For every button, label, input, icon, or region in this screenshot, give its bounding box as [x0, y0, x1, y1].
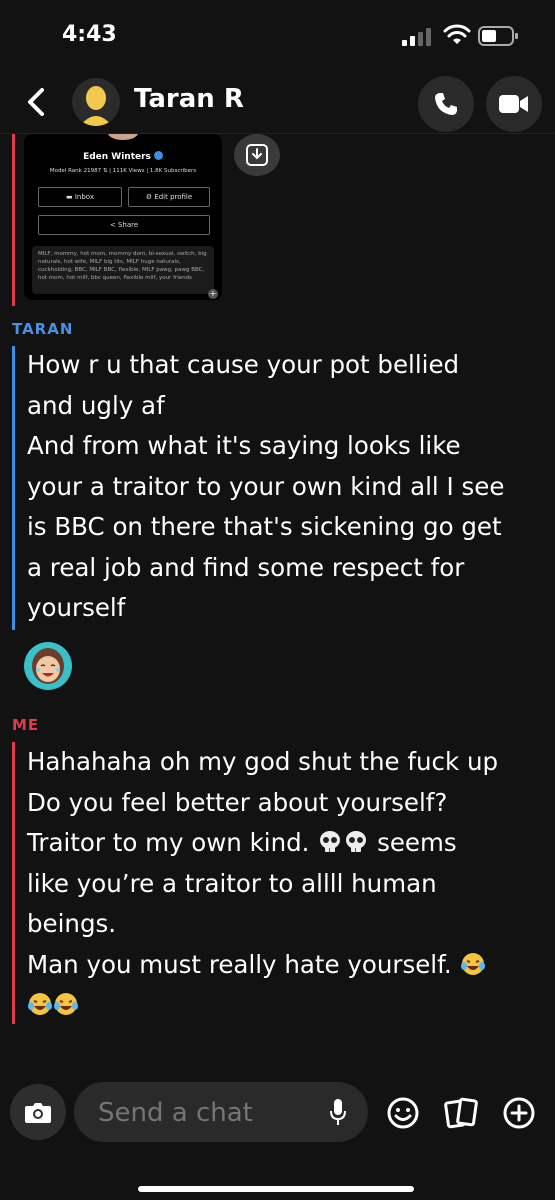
avatar-ghost-icon	[80, 86, 112, 126]
profile-stats: Model Rank 21987 ⇅ | 111K Views | 1.8K S…	[49, 168, 197, 174]
phone-icon	[435, 93, 457, 115]
message-line: Traitor to my own kind. seems	[27, 823, 542, 864]
share-button: < Share	[38, 215, 210, 235]
camera-icon	[25, 1103, 51, 1123]
laughing-tears-emoji-icon	[28, 993, 52, 1015]
message-line: beings.	[27, 909, 117, 938]
message-line: Do you feel better about yourself?	[27, 787, 448, 817]
share-label: Share	[117, 221, 139, 229]
laughing-tears-emoji-icon	[54, 993, 78, 1015]
message-line: your a traitor to your own kind all I se…	[27, 471, 505, 501]
sticker-icon[interactable]	[444, 1096, 478, 1130]
bitmoji-avatar[interactable]	[24, 642, 72, 690]
bitmoji-laughing-icon	[32, 648, 64, 684]
profile-name: Eden Winters	[24, 151, 222, 162]
video-call-button[interactable]	[486, 76, 542, 132]
profile-bio: MILF, mommy, hot mom, mommy dom, bi-sexu…	[32, 246, 214, 294]
message-text-me[interactable]: Hahahaha oh my god shut the fuck up Do yo…	[27, 742, 542, 1026]
edit-profile-button: ⚙ Edit profile	[128, 187, 210, 207]
battery-icon	[478, 26, 518, 46]
avatar[interactable]	[72, 78, 120, 126]
video-icon	[499, 95, 528, 113]
edit-profile-label: Edit profile	[154, 193, 193, 201]
chat-input[interactable]	[96, 1097, 320, 1129]
message-line: a real job and find some respect for	[27, 552, 465, 582]
message-line	[27, 985, 542, 1026]
status-time: 4:43	[62, 22, 117, 47]
profile-photo-crop	[108, 134, 138, 140]
message-line: like you’re a traitor to allll human	[27, 868, 437, 898]
status-bar: 4:43	[0, 0, 555, 70]
message-line: Man you must really hate yourself.	[27, 945, 542, 986]
chat-header: Taran R	[0, 70, 555, 134]
chat-composer	[0, 1060, 555, 1200]
save-to-chat-button[interactable]	[234, 134, 280, 176]
call-button[interactable]	[418, 76, 474, 132]
message-line: yourself	[27, 593, 126, 622]
shared-profile-card[interactable]: Eden Winters Model Rank 21987 ⇅ | 111K V…	[24, 134, 222, 300]
me-message-bar	[12, 742, 15, 1024]
laughing-tears-emoji-icon	[460, 952, 485, 975]
contact-name[interactable]: Taran R	[134, 84, 244, 114]
message-line: Hahahaha oh my god shut the fuck up	[27, 747, 499, 776]
skull-emoji-icon	[346, 831, 367, 852]
camera-button[interactable]	[10, 1084, 66, 1140]
message-line: is BBC on there that's sickening go get	[27, 512, 502, 541]
skull-emoji-icon	[320, 831, 341, 852]
home-indicator	[138, 1186, 414, 1192]
save-to-chat-icon	[246, 144, 268, 166]
message-line: How r u that cause your pot bellied	[27, 350, 460, 379]
signal-icon	[402, 28, 431, 46]
message-line-part: Man you must really hate yourself.	[27, 949, 452, 979]
sender-label-me: ME	[12, 716, 40, 734]
back-chevron-icon[interactable]	[24, 86, 48, 118]
verified-icon	[153, 151, 163, 160]
inbox-button: ▬ Inbox	[38, 187, 122, 207]
message-line-part: seems	[377, 828, 457, 857]
bio-plus-icon: +	[208, 289, 218, 299]
sender-label-taran: TARAN	[12, 320, 74, 338]
plus-icon[interactable]	[502, 1096, 536, 1130]
message-line: And from what it's saying looks like	[27, 431, 461, 460]
chat-input-box[interactable]	[74, 1082, 368, 1142]
profile-name-text: Eden Winters	[83, 152, 151, 162]
message-line: and ugly af	[27, 390, 165, 420]
shared-media-bar	[12, 134, 15, 306]
message-text-taran[interactable]: How r u that cause your pot bellied and u…	[27, 345, 542, 629]
emoji-icon[interactable]	[386, 1096, 420, 1130]
inbox-label: Inbox	[74, 193, 94, 201]
microphone-icon[interactable]	[328, 1097, 348, 1127]
taran-message-bar	[12, 346, 15, 630]
wifi-icon	[443, 24, 471, 44]
message-line-part: Traitor to my own kind.	[27, 828, 310, 857]
